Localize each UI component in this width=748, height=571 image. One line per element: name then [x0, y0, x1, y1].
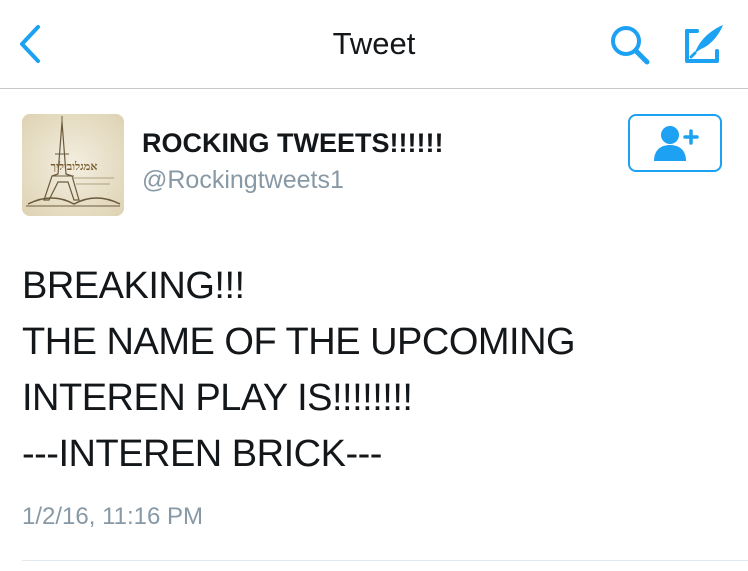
add-user-icon: [654, 126, 699, 161]
tweet-line: INTEREN PLAY IS!!!!!!!!: [22, 377, 413, 419]
divider: [22, 560, 748, 561]
follow-button[interactable]: [628, 114, 722, 172]
back-button[interactable]: [10, 18, 50, 70]
tweet-line: ---INTEREN BRICK---: [22, 433, 382, 475]
eiffel-tower-avatar: אמגלוביליך: [22, 114, 124, 216]
compose-feather-icon: [685, 25, 723, 63]
search-button[interactable]: [604, 20, 656, 70]
navigation-bar: Tweet: [0, 0, 748, 89]
avatar-text: אמגלוביליך: [51, 160, 98, 173]
chevron-left-icon: [20, 25, 40, 63]
tweet-line: THE NAME OF THE UPCOMING: [22, 321, 576, 363]
username[interactable]: @Rockingtweets1: [142, 166, 344, 195]
search-icon: [611, 26, 650, 65]
tweet-line: BREAKING!!!: [22, 265, 245, 307]
avatar[interactable]: אמגלוביליך: [22, 114, 124, 216]
tweet-text: BREAKING!!! THE NAME OF THE UPCOMING INT…: [22, 258, 722, 482]
display-name[interactable]: ROCKING TWEETS!!!!!!: [142, 128, 443, 159]
tweet-timestamp: 1/2/16, 11:16 PM: [22, 503, 204, 530]
compose-tweet-button[interactable]: [678, 18, 730, 70]
